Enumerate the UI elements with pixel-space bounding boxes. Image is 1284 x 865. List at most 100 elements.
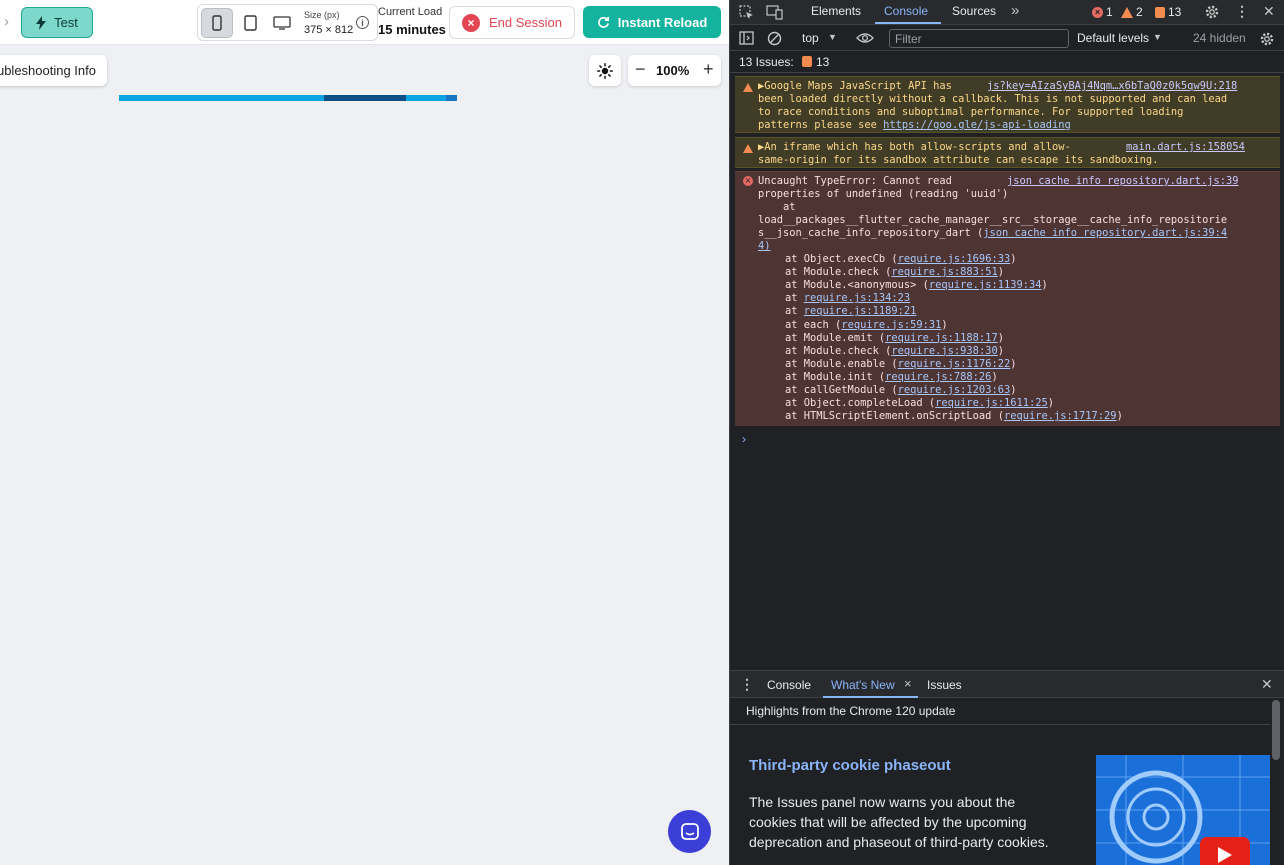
drawer-menu-icon[interactable]: ⋮ <box>740 676 754 693</box>
info-icon[interactable]: i <box>356 16 369 29</box>
console-settings-icon[interactable] <box>1259 31 1275 47</box>
filter-input[interactable]: Filter <box>889 29 1069 48</box>
active-tab-indicator <box>875 22 941 24</box>
theme-toggle-button[interactable] <box>589 55 621 86</box>
source-link[interactable]: json cache info repository.dart.js:39:4 <box>983 227 1227 239</box>
error-count-badge[interactable]: × 1 <box>1092 5 1113 19</box>
inspect-element-icon[interactable] <box>739 5 754 20</box>
issue-count: 13 <box>1168 5 1182 19</box>
source-link[interactable]: require.js:1611:25 <box>935 397 1048 409</box>
error-text: Uncaught TypeError: Cannot read <box>758 175 952 187</box>
stack-frame-text: ) <box>1116 410 1123 423</box>
console-prompt[interactable]: › <box>742 432 746 446</box>
settings-gear-icon[interactable] <box>1204 4 1220 20</box>
drawer-scrollbar[interactable] <box>1272 700 1280 760</box>
device-toolbar-icon[interactable] <box>766 5 783 20</box>
source-link[interactable]: main.dart.js:158054 <box>1126 141 1245 154</box>
eye-icon[interactable] <box>856 32 874 44</box>
stack-frame-text: at <box>785 305 804 318</box>
context-selector[interactable]: top <box>802 31 819 45</box>
stack-frame-text: at Module.emit ( <box>785 331 886 344</box>
stack-frame-text: ) <box>997 266 1004 279</box>
instant-reload-button[interactable]: Instant Reload <box>583 6 721 38</box>
context-dropdown-icon[interactable]: ▼ <box>828 32 837 42</box>
error-text: load__packages__flutter_cache_manager__s… <box>758 214 1228 226</box>
size-value: 375 × 812 <box>304 24 354 36</box>
stack-trace-line: at Module.enable (require.js:1176:22) <box>785 358 1016 371</box>
issues-bar[interactable]: 13 Issues: 13 <box>730 51 1284 73</box>
whats-new-subtitle: Highlights from the Chrome 120 update <box>746 704 956 718</box>
stack-trace-line: at Module.emit (require.js:1188:17) <box>785 332 1004 345</box>
close-tab-icon[interactable]: × <box>904 676 912 691</box>
phone-device-button[interactable] <box>201 8 233 38</box>
chat-launcher-button[interactable] <box>668 810 711 853</box>
whats-new-title[interactable]: Third-party cookie phaseout <box>749 757 951 774</box>
tab-console[interactable]: Console <box>884 4 928 18</box>
drawer-tab-issues[interactable]: Issues <box>927 678 962 692</box>
drawer-tabbar: ⋮ Console What's New × Issues ✕ <box>730 670 1284 698</box>
source-link[interactable]: js?key=AIzaSyBAj4Nqm…x6bTaQ0z0k5qw9U:218 <box>987 80 1237 93</box>
warning-icon <box>743 144 753 153</box>
close-icon[interactable]: ✕ <box>1263 3 1275 20</box>
clear-console-icon[interactable] <box>767 31 782 46</box>
sun-icon <box>597 62 613 79</box>
tab-sources[interactable]: Sources <box>952 4 996 18</box>
source-link[interactable]: require.js:1188:17 <box>885 332 998 344</box>
stack-frame-text: ) <box>1010 357 1017 370</box>
desktop-icon <box>273 16 291 30</box>
stack-frame-text: ) <box>1041 279 1048 292</box>
drawer-tab-console[interactable]: Console <box>767 678 811 692</box>
issue-count-badge[interactable]: 13 <box>1155 5 1181 19</box>
log-levels-dropdown[interactable]: Default levels <box>1077 31 1149 45</box>
stack-frame-text: ) <box>1047 397 1055 410</box>
source-link[interactable]: require.js:134:23 <box>804 292 910 304</box>
stack-frame-text: ) <box>991 370 998 383</box>
warning-text: An iframe which has both allow-scripts a… <box>764 141 1071 153</box>
instant-reload-label: Instant Reload <box>617 14 708 30</box>
error-icon: × <box>743 176 753 186</box>
more-tabs-icon[interactable]: » <box>1011 2 1019 19</box>
close-drawer-icon[interactable]: ✕ <box>1261 676 1273 693</box>
source-link[interactable]: require.js:1696:33 <box>898 253 1011 265</box>
levels-dropdown-icon[interactable]: ▼ <box>1153 32 1162 42</box>
current-load-value: 15 minutes <box>378 22 446 37</box>
kebab-menu-icon[interactable]: ⋮ <box>1235 3 1249 20</box>
reload-icon <box>597 16 609 28</box>
error-icon: × <box>1092 6 1103 18</box>
source-link[interactable]: require.js:59:31 <box>841 319 941 331</box>
stack-trace-line: at require.js:1189:21 <box>785 305 916 318</box>
docs-link[interactable]: https://goo.gle/js-api-loading <box>883 119 1071 131</box>
stack-frame-text: at Module.check ( <box>785 266 892 279</box>
troubleshooting-info-button[interactable]: Troubleshooting Info <box>0 55 107 86</box>
chevron-right-icon[interactable]: › <box>4 13 9 30</box>
tab-elements[interactable]: Elements <box>811 4 861 18</box>
end-session-button[interactable]: × End Session <box>449 6 575 39</box>
sidebar-toggle-icon[interactable] <box>739 31 754 45</box>
source-link[interactable]: json cache info repository.dart.js:39 <box>1007 175 1238 188</box>
stack-frame-text: at Module.check ( <box>785 344 892 357</box>
video-thumbnail[interactable] <box>1096 755 1270 865</box>
source-link[interactable]: require.js:1176:22 <box>898 358 1011 370</box>
tablet-device-button[interactable] <box>234 8 266 38</box>
desktop-device-button[interactable] <box>266 8 298 38</box>
stack-frame-text: ) <box>1010 253 1017 265</box>
stack-frame-text: at callGetModule ( <box>785 384 898 396</box>
zoom-out-button[interactable]: − <box>635 59 646 80</box>
drawer-tab-whats-new[interactable]: What's New <box>831 678 895 692</box>
warning-text: Google Maps JavaScript API has <box>764 80 952 92</box>
source-link[interactable]: require.js:938:30 <box>891 345 997 357</box>
source-link[interactable]: require.js:1139:34 <box>929 279 1042 291</box>
stack-trace-line: at callGetModule (require.js:1203:63) <box>785 384 1016 397</box>
warning-count-badge[interactable]: 2 <box>1121 5 1143 19</box>
zoom-in-button[interactable]: + <box>703 59 714 80</box>
source-link[interactable]: require.js:1203:63 <box>898 384 1011 396</box>
source-link[interactable]: require.js:788:26 <box>885 371 991 383</box>
console-warning: ▶An iframe which has both allow-scripts … <box>735 137 1280 168</box>
stack-trace-line: at Object.execCb (require.js:1696:33) <box>785 253 1016 266</box>
source-link[interactable]: require.js:1189:21 <box>804 305 917 317</box>
test-button[interactable]: Test <box>21 7 93 38</box>
stack-frame-text: ) <box>997 344 1004 357</box>
source-link[interactable]: require.js:883:51 <box>891 266 997 278</box>
stack-frame-text: at each ( <box>785 318 842 331</box>
source-link[interactable]: require.js:1717:29 <box>1004 410 1117 422</box>
